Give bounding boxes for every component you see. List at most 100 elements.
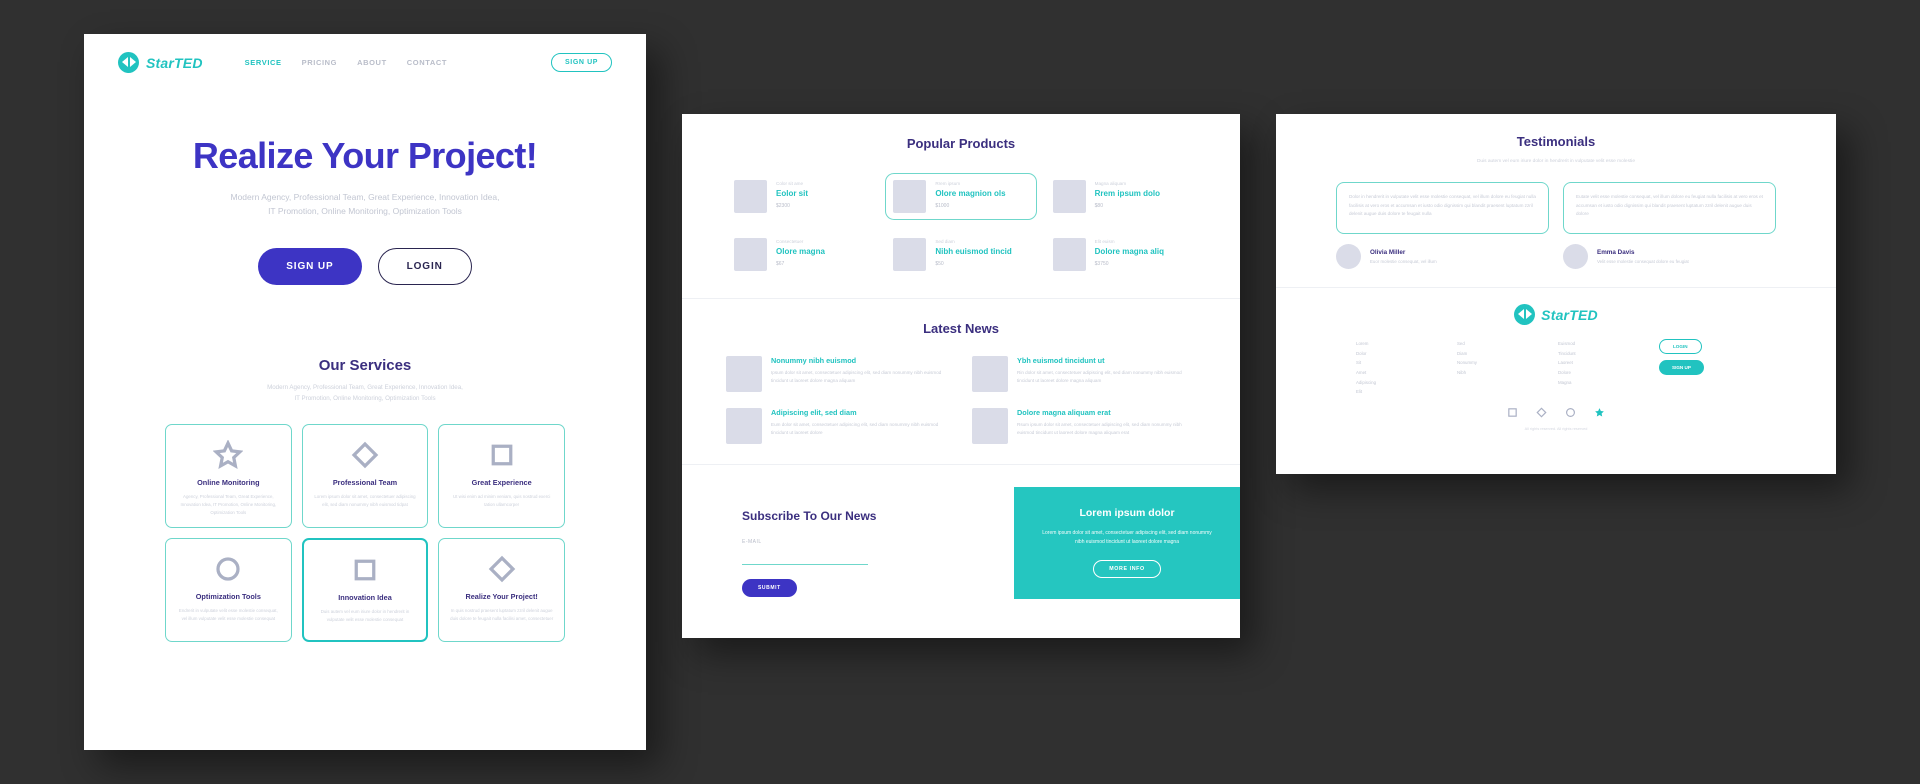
logo-chevron-icon: [118, 52, 139, 73]
news-body: Rin dolor sit amet, consectetuer adipisc…: [1017, 370, 1182, 384]
avatar: [1563, 244, 1588, 269]
product-name: Olore magnion ols: [935, 189, 1006, 198]
news-title: Ybh euismod tincidunt ut: [1017, 356, 1105, 365]
footer-link[interactable]: Dolore: [1558, 368, 1655, 378]
submit-button[interactable]: SUBMIT: [742, 579, 797, 597]
footer-signup-button[interactable]: SIGN UP: [1659, 360, 1704, 375]
hero-section: Realize Your Project! Modern Agency, Pro…: [84, 73, 646, 286]
nav-item-about[interactable]: ABOUT: [357, 58, 387, 67]
news-item[interactable]: Ybh euismod tincidunt ut Rin dolor sit a…: [972, 356, 1196, 392]
news-thumbnail: [972, 356, 1008, 392]
nav-item-pricing[interactable]: PRICING: [302, 58, 337, 67]
logo[interactable]: StarTED: [118, 52, 203, 73]
footer-link[interactable]: Sit: [1356, 358, 1453, 368]
nav-item-contact[interactable]: CONTACT: [407, 58, 447, 67]
diamond-icon: [449, 552, 554, 586]
footer-link[interactable]: Sed: [1457, 339, 1554, 349]
footer-link[interactable]: Elit: [1356, 387, 1453, 397]
footer-column-3: Euismod Tincidunt Laoreet Dolore Magna: [1558, 339, 1655, 397]
logo-chevron-icon: [1514, 304, 1536, 325]
diamond-icon: [313, 438, 418, 472]
logo-text: StarTED: [146, 54, 203, 71]
product-item-featured[interactable]: Rrem ipsum Olore magnion ols $1000: [885, 173, 1037, 220]
product-item[interactable]: Magna aliquam Rrem ipsum dolo $80: [1045, 173, 1196, 220]
services-grid: Online Monitoring Agency, Professional T…: [165, 424, 565, 643]
site-header: StarTED SERVICE PRICING ABOUT CONTACT SI…: [84, 34, 646, 73]
service-card-realize-your-project[interactable]: Realize Your Project! In quis nostrud pr…: [438, 538, 565, 643]
square-icon: [314, 553, 417, 587]
footer-link[interactable]: Nibh: [1457, 368, 1554, 378]
more-info-button[interactable]: MORE INFO: [1093, 560, 1161, 578]
footer-link[interactable]: Lorem: [1356, 339, 1453, 349]
popular-products-section: Popular Products Color sit ame Eolor sit…: [682, 114, 1240, 278]
circle-icon[interactable]: [1565, 407, 1576, 418]
service-card-title: Great Experience: [471, 478, 532, 488]
product-price: $1000: [935, 203, 950, 209]
news-item[interactable]: Dolore magna aliquam erat Rsum ipsum dol…: [972, 408, 1196, 444]
main-nav: SERVICE PRICING ABOUT CONTACT: [245, 58, 447, 67]
footer-link[interactable]: Diam: [1457, 349, 1554, 359]
service-card-online-monitoring[interactable]: Online Monitoring Agency, Professional T…: [165, 424, 292, 529]
testimonial-quote: Dolor in hendrerit in vulputate velit es…: [1336, 182, 1549, 234]
footer-link[interactable]: Tincidunt: [1558, 349, 1655, 359]
subscribe-section: Subscribe To Our News E-MAIL SUBMIT: [682, 487, 1014, 599]
footer-action-buttons: LOGIN SIGN UP: [1659, 339, 1756, 397]
news-item[interactable]: Adipiscing elit, sed diam Eum dolor sit …: [726, 408, 950, 444]
hero-login-button[interactable]: LOGIN: [377, 248, 472, 286]
news-item[interactable]: Nonummy nibh euismod Ipsum dolor sit ame…: [726, 356, 950, 392]
product-thumbnail: [1052, 238, 1086, 271]
footer-link[interactable]: Laoreet: [1558, 358, 1655, 368]
footer-link[interactable]: Dolor: [1356, 349, 1453, 359]
service-card-body: Ut wisi enim ad minim veniam, quis nostr…: [452, 494, 551, 507]
product-thumbnail: [734, 180, 767, 213]
product-thumbnail: [893, 180, 927, 213]
service-card-optimization-tools[interactable]: Optimization Tools Endrerit in vulputate…: [165, 538, 292, 643]
diamond-icon[interactable]: [1536, 407, 1547, 418]
footer-link[interactable]: Amet: [1356, 368, 1453, 378]
news-grid: Nonummy nibh euismod Ipsum dolor sit ame…: [726, 356, 1196, 444]
service-card-innovation-idea[interactable]: Innovation Idea Duis autem vel eum iriur…: [301, 538, 429, 643]
service-card-body: Agency, Professional Team, Great Experie…: [180, 494, 277, 515]
header-signup-button[interactable]: SIGN UP: [551, 53, 612, 72]
testimonials-page-panel: Testimonials Duis autem vel eum iriure d…: [1276, 114, 1836, 474]
footer-logo[interactable]: StarTED: [1276, 304, 1836, 325]
news-thumbnail: [726, 408, 762, 444]
footer-link[interactable]: Nonummy: [1457, 358, 1554, 368]
services-subtitle-line1: Modern Agency, Professional Team, Great …: [267, 384, 463, 392]
star-icon[interactable]: [1594, 407, 1605, 418]
product-item[interactable]: Elit euism Dolore magna aliq $3750: [1045, 231, 1196, 278]
testimonials-subtitle: Duis autem vel eum iriure dolor in hendr…: [1476, 159, 1636, 164]
testimonials-title: Testimonials: [1516, 134, 1596, 149]
footer-login-button[interactable]: LOGIN: [1659, 339, 1702, 354]
service-card-professional-team[interactable]: Professional Team Lorem ipsum dolor sit …: [301, 424, 429, 529]
testimonial-quote: Eutate velit esse molestie consequat, ve…: [1563, 182, 1776, 234]
product-price: $3750: [1094, 261, 1109, 267]
product-item[interactable]: Color sit ame Eolor sit $2300: [726, 173, 877, 220]
hero-buttons: SIGN UP LOGIN: [124, 248, 606, 286]
home-page-panel: StarTED SERVICE PRICING ABOUT CONTACT SI…: [84, 34, 646, 750]
email-input[interactable]: [742, 552, 868, 565]
footer-link[interactable]: Adipiscing: [1356, 378, 1453, 388]
product-item[interactable]: Sed diam Nibh euismod tincid $50: [885, 231, 1036, 278]
service-card-body: Endrerit in vulputate velit esse molesti…: [178, 608, 278, 621]
service-card-body: Duis autem vel eum iriure dolor in hendr…: [320, 609, 410, 622]
square-icon[interactable]: [1507, 407, 1518, 418]
mockup-stage: StarTED SERVICE PRICING ABOUT CONTACT SI…: [0, 0, 1920, 784]
product-kicker: Elit euism: [1094, 239, 1115, 244]
service-card-title: Optimization Tools: [195, 592, 261, 602]
product-kicker: Color sit ame: [776, 181, 804, 186]
footer-link-columns: Lorem Dolor Sit Amet Adipiscing Elit Sed…: [1356, 339, 1756, 397]
product-price: $80: [1094, 203, 1103, 209]
product-item[interactable]: Consectetuer Olore magna $67: [726, 231, 877, 278]
author-name: Olivia Miller: [1370, 249, 1406, 256]
nav-item-service[interactable]: SERVICE: [245, 58, 282, 67]
footer-logo-text: StarTED: [1541, 306, 1598, 323]
products-grid: Color sit ame Eolor sit $2300 Rrem ipsum…: [726, 173, 1196, 278]
footer-link[interactable]: Euismod: [1558, 339, 1655, 349]
hero-signup-button[interactable]: SIGN UP: [258, 248, 362, 286]
product-kicker: Sed diam: [935, 239, 955, 244]
site-footer: StarTED Lorem Dolor Sit Amet Adipiscing …: [1276, 287, 1836, 431]
footer-link[interactable]: Magna: [1558, 378, 1655, 388]
service-card-great-experience[interactable]: Great Experience Ut wisi enim ad minim v…: [438, 424, 565, 529]
product-kicker: Consectetuer: [776, 239, 804, 244]
